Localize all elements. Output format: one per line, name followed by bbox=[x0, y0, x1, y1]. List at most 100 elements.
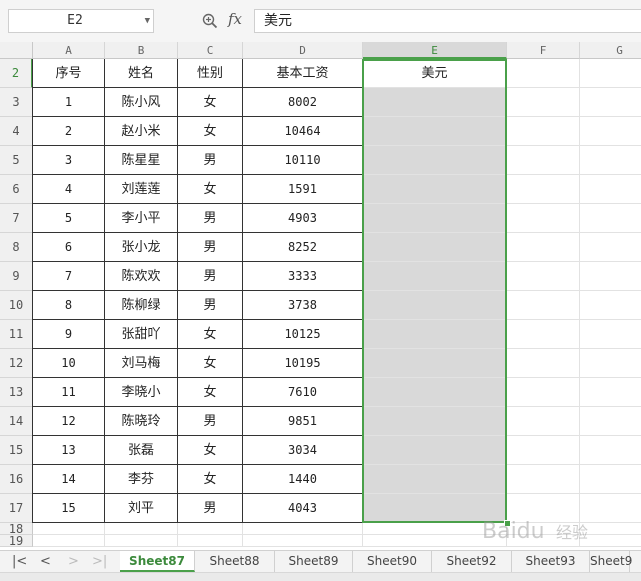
empty-cell[interactable] bbox=[580, 117, 641, 146]
row-header-19[interactable]: 19 bbox=[0, 535, 33, 547]
table-cell[interactable] bbox=[363, 233, 507, 262]
empty-cell[interactable] bbox=[507, 262, 580, 291]
table-cell[interactable]: 4903 bbox=[243, 204, 363, 233]
table-cell[interactable]: 女 bbox=[178, 465, 243, 494]
table-cell[interactable]: 男 bbox=[178, 494, 243, 523]
table-cell[interactable]: 女 bbox=[178, 117, 243, 146]
empty-cell[interactable] bbox=[580, 88, 641, 117]
sheet-tab-sheet90[interactable]: Sheet90 bbox=[353, 551, 432, 572]
empty-cell[interactable] bbox=[580, 146, 641, 175]
column-header-g[interactable]: G bbox=[580, 42, 641, 59]
row-header-6[interactable]: 6 bbox=[0, 175, 33, 204]
last-sheet-icon[interactable]: >| bbox=[92, 554, 107, 569]
empty-cell[interactable] bbox=[580, 465, 641, 494]
table-cell[interactable]: 3738 bbox=[243, 291, 363, 320]
table-cell[interactable] bbox=[363, 349, 507, 378]
zoom-icon[interactable] bbox=[202, 13, 218, 29]
select-all-corner[interactable] bbox=[0, 42, 33, 59]
row-header-3[interactable]: 3 bbox=[0, 88, 33, 117]
table-cell[interactable]: 15 bbox=[33, 494, 105, 523]
table-cell[interactable]: 李芬 bbox=[105, 465, 178, 494]
empty-cell[interactable] bbox=[178, 535, 243, 547]
fx-icon[interactable]: fx bbox=[228, 10, 242, 28]
empty-cell[interactable] bbox=[507, 349, 580, 378]
table-header-cell[interactable]: 序号 bbox=[33, 59, 105, 88]
table-cell[interactable]: 3034 bbox=[243, 436, 363, 465]
column-header-f[interactable]: F bbox=[507, 42, 580, 59]
table-cell[interactable]: 陈柳绿 bbox=[105, 291, 178, 320]
table-cell[interactable]: 9 bbox=[33, 320, 105, 349]
empty-cell[interactable] bbox=[580, 407, 641, 436]
table-cell[interactable]: 8002 bbox=[243, 88, 363, 117]
table-cell[interactable] bbox=[363, 146, 507, 175]
table-cell[interactable]: 刘莲莲 bbox=[105, 175, 178, 204]
table-header-cell[interactable]: 姓名 bbox=[105, 59, 178, 88]
table-cell[interactable]: 10 bbox=[33, 349, 105, 378]
table-cell[interactable]: 5 bbox=[33, 204, 105, 233]
table-cell[interactable]: 10125 bbox=[243, 320, 363, 349]
table-cell[interactable]: 男 bbox=[178, 262, 243, 291]
empty-cell[interactable] bbox=[507, 175, 580, 204]
table-cell[interactable]: 1 bbox=[33, 88, 105, 117]
table-cell[interactable]: 男 bbox=[178, 407, 243, 436]
row-header-13[interactable]: 13 bbox=[0, 378, 33, 407]
empty-cell[interactable] bbox=[580, 349, 641, 378]
formula-input[interactable]: 美元 bbox=[254, 9, 641, 33]
table-cell[interactable] bbox=[363, 262, 507, 291]
sheet-tab-sheet92[interactable]: Sheet92 bbox=[432, 551, 512, 572]
sheet-tab-sheet9[interactable]: Sheet9 bbox=[590, 551, 632, 572]
column-header-e[interactable]: E bbox=[363, 42, 507, 59]
empty-cell[interactable] bbox=[580, 59, 641, 88]
table-cell[interactable]: 7610 bbox=[243, 378, 363, 407]
empty-cell[interactable] bbox=[105, 535, 178, 547]
empty-cell[interactable] bbox=[580, 233, 641, 262]
table-cell[interactable]: 10195 bbox=[243, 349, 363, 378]
table-cell[interactable]: 女 bbox=[178, 378, 243, 407]
table-cell[interactable]: 8 bbox=[33, 291, 105, 320]
empty-cell[interactable] bbox=[580, 378, 641, 407]
empty-cell[interactable] bbox=[507, 233, 580, 262]
table-cell[interactable]: 男 bbox=[178, 146, 243, 175]
fill-handle[interactable] bbox=[504, 520, 511, 527]
table-cell[interactable]: 女 bbox=[178, 88, 243, 117]
table-cell[interactable] bbox=[363, 117, 507, 146]
empty-cell[interactable] bbox=[105, 523, 178, 535]
table-cell[interactable]: 女 bbox=[178, 175, 243, 204]
sheet-tab-sheet88[interactable]: Sheet88 bbox=[195, 551, 275, 572]
table-cell[interactable] bbox=[363, 436, 507, 465]
table-cell[interactable]: 女 bbox=[178, 436, 243, 465]
table-header-cell[interactable]: 基本工资 bbox=[243, 59, 363, 88]
table-cell[interactable]: 10110 bbox=[243, 146, 363, 175]
empty-cell[interactable] bbox=[580, 523, 641, 535]
first-sheet-icon[interactable]: |< bbox=[12, 554, 27, 569]
sheet-tab-sheet89[interactable]: Sheet89 bbox=[275, 551, 353, 572]
table-cell[interactable]: 6 bbox=[33, 233, 105, 262]
table-cell[interactable]: 张磊 bbox=[105, 436, 178, 465]
table-cell[interactable]: 张小龙 bbox=[105, 233, 178, 262]
table-cell[interactable]: 3 bbox=[33, 146, 105, 175]
sheet-tab-sheet93[interactable]: Sheet93 bbox=[512, 551, 590, 572]
empty-cell[interactable] bbox=[580, 291, 641, 320]
chevron-down-icon[interactable]: ▼ bbox=[145, 10, 150, 32]
empty-cell[interactable] bbox=[363, 523, 507, 535]
row-header-5[interactable]: 5 bbox=[0, 146, 33, 175]
row-header-4[interactable]: 4 bbox=[0, 117, 33, 146]
table-cell[interactable]: 2 bbox=[33, 117, 105, 146]
table-cell[interactable]: 7 bbox=[33, 262, 105, 291]
empty-cell[interactable] bbox=[580, 175, 641, 204]
table-header-cell[interactable]: 美元 bbox=[363, 59, 507, 88]
table-header-cell[interactable]: 性别 bbox=[178, 59, 243, 88]
table-cell[interactable]: 张甜吖 bbox=[105, 320, 178, 349]
column-header-b[interactable]: B bbox=[105, 42, 178, 59]
column-header-a[interactable]: A bbox=[33, 42, 105, 59]
table-cell[interactable] bbox=[363, 494, 507, 523]
empty-cell[interactable] bbox=[507, 378, 580, 407]
table-cell[interactable] bbox=[363, 407, 507, 436]
table-cell[interactable]: 10464 bbox=[243, 117, 363, 146]
empty-cell[interactable] bbox=[580, 535, 641, 547]
table-cell[interactable]: 李小平 bbox=[105, 204, 178, 233]
empty-cell[interactable] bbox=[33, 535, 105, 547]
empty-cell[interactable] bbox=[507, 494, 580, 523]
empty-cell[interactable] bbox=[507, 117, 580, 146]
empty-cell[interactable] bbox=[580, 262, 641, 291]
